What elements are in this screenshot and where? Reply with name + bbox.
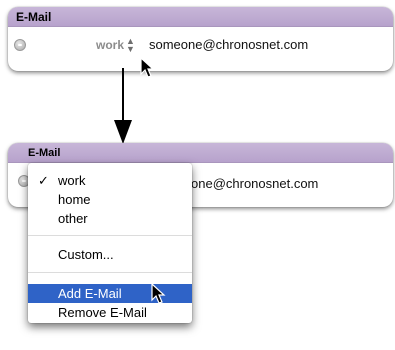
menu-item-other[interactable]: other <box>28 209 192 228</box>
email-panel-top: E-Mail work ▲ ▼ someone@chronosnet.com <box>8 7 393 71</box>
menu-item-custom[interactable]: Custom... <box>28 245 192 264</box>
checkmark-icon: ✓ <box>38 173 49 188</box>
panel-title: E-Mail <box>8 7 393 27</box>
down-arrow-icon <box>114 68 132 144</box>
email-label-menu[interactable]: ✓ work home other Custom... Add E-Mail R… <box>28 163 192 323</box>
email-label-popup[interactable]: work ▲ ▼ <box>96 36 135 54</box>
email-field-row: work ▲ ▼ someone@chronosnet.com <box>8 27 393 71</box>
minus-circle-icon[interactable] <box>14 39 26 51</box>
up-down-arrows-icon: ▲ ▼ <box>126 36 135 54</box>
email-address-field[interactable]: someone@chronosnet.com <box>149 37 308 52</box>
menu-item-work[interactable]: ✓ work <box>28 171 192 190</box>
mouse-pointer-icon <box>140 57 155 78</box>
menu-item-home[interactable]: home <box>28 190 192 209</box>
screenshot-canvas: E-Mail work ▲ ▼ someone@chronosnet.com E-… <box>0 0 395 350</box>
menu-separator <box>28 272 192 273</box>
menu-item-remove-email[interactable]: Remove E-Mail <box>28 303 192 322</box>
mouse-pointer-icon <box>151 283 166 304</box>
panel-title: E-Mail <box>8 143 393 163</box>
email-address-field[interactable]: one@chronosnet.com <box>191 176 318 191</box>
menu-item-add-email[interactable]: Add E-Mail <box>28 284 192 303</box>
email-label-text: work <box>96 38 125 52</box>
menu-separator <box>28 235 192 236</box>
